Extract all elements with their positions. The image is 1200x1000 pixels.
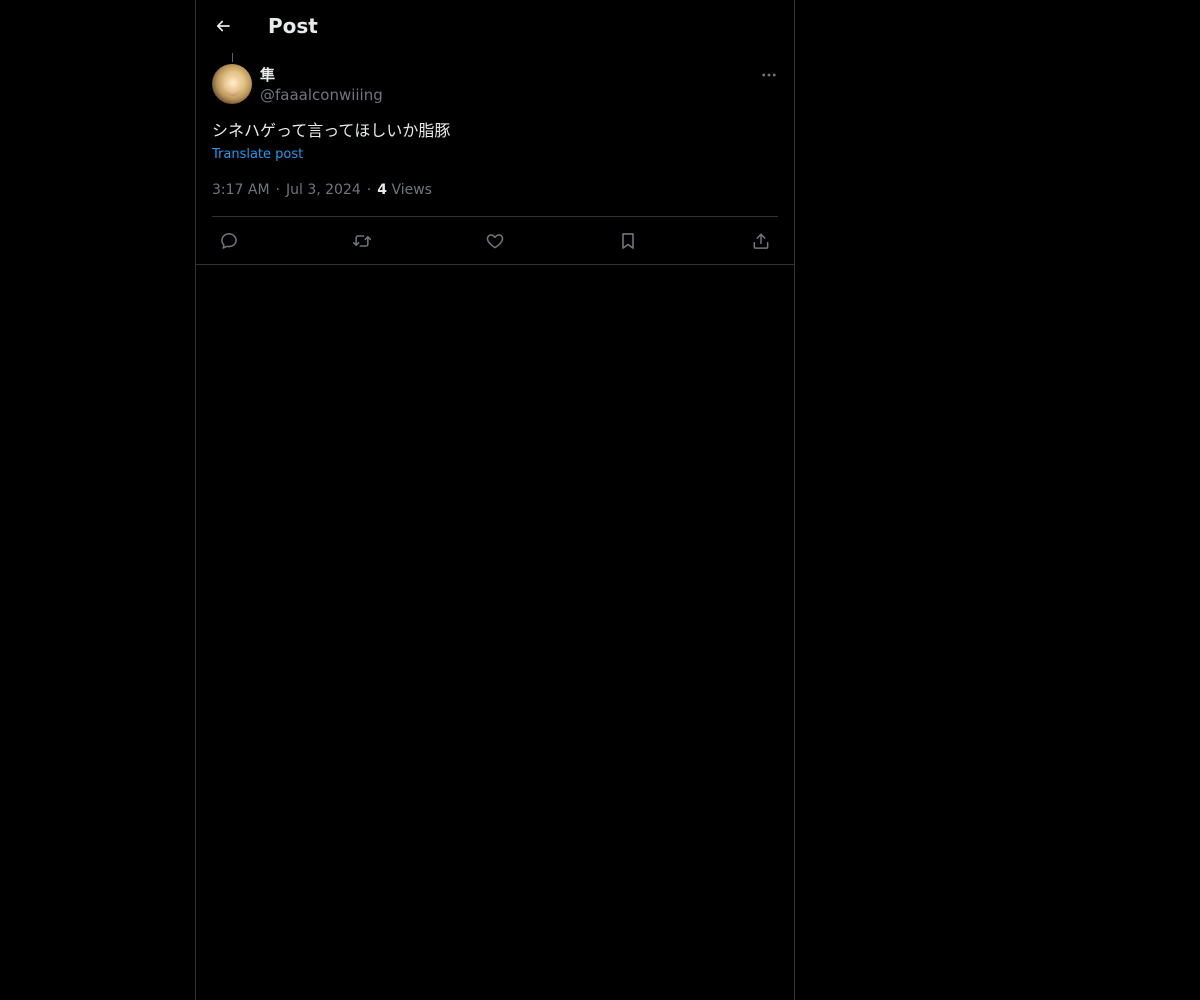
top-bar: Post [196, 0, 794, 53]
page-title: Post [268, 14, 318, 38]
bookmark-icon [622, 233, 634, 249]
action-bar [212, 224, 778, 258]
separator-dot: · [275, 182, 280, 198]
reply-icon [221, 233, 237, 249]
heart-icon [486, 234, 504, 249]
arrow-left-icon [216, 20, 230, 32]
translate-post-link[interactable]: Translate post [212, 145, 303, 165]
views-label: Views [391, 182, 432, 198]
post-time[interactable]: 3:17 AM [212, 182, 270, 198]
ellipsis-icon [762, 73, 776, 77]
back-button[interactable] [208, 11, 238, 41]
avatar-image [224, 74, 242, 96]
post-column: Post 隼 @faaalconwiiing シネハゲって言ってほしいか脂豚 T… [195, 0, 795, 1000]
more-options-button[interactable] [756, 64, 782, 86]
post-meta: 3:17 AM · Jul 3, 2024 · 4 Views [212, 180, 432, 200]
author-name[interactable]: 隼 [260, 65, 275, 85]
share-button[interactable] [744, 224, 778, 258]
post-text: シネハゲって言ってほしいか脂豚 [212, 121, 451, 140]
like-button[interactable] [478, 224, 512, 258]
separator-dot: · [366, 182, 372, 198]
share-icon [753, 233, 769, 249]
views-count: 4 [377, 182, 387, 198]
divider [212, 216, 778, 217]
section-border [196, 264, 794, 265]
repost-button[interactable] [345, 224, 379, 258]
repost-icon [352, 235, 372, 247]
avatar[interactable] [212, 64, 252, 104]
post-date[interactable]: Jul 3, 2024 [286, 182, 361, 198]
author-handle[interactable]: @faaalconwiiing [260, 85, 383, 105]
thread-line [232, 53, 233, 62]
bookmark-button[interactable] [611, 224, 645, 258]
reply-button[interactable] [212, 224, 246, 258]
